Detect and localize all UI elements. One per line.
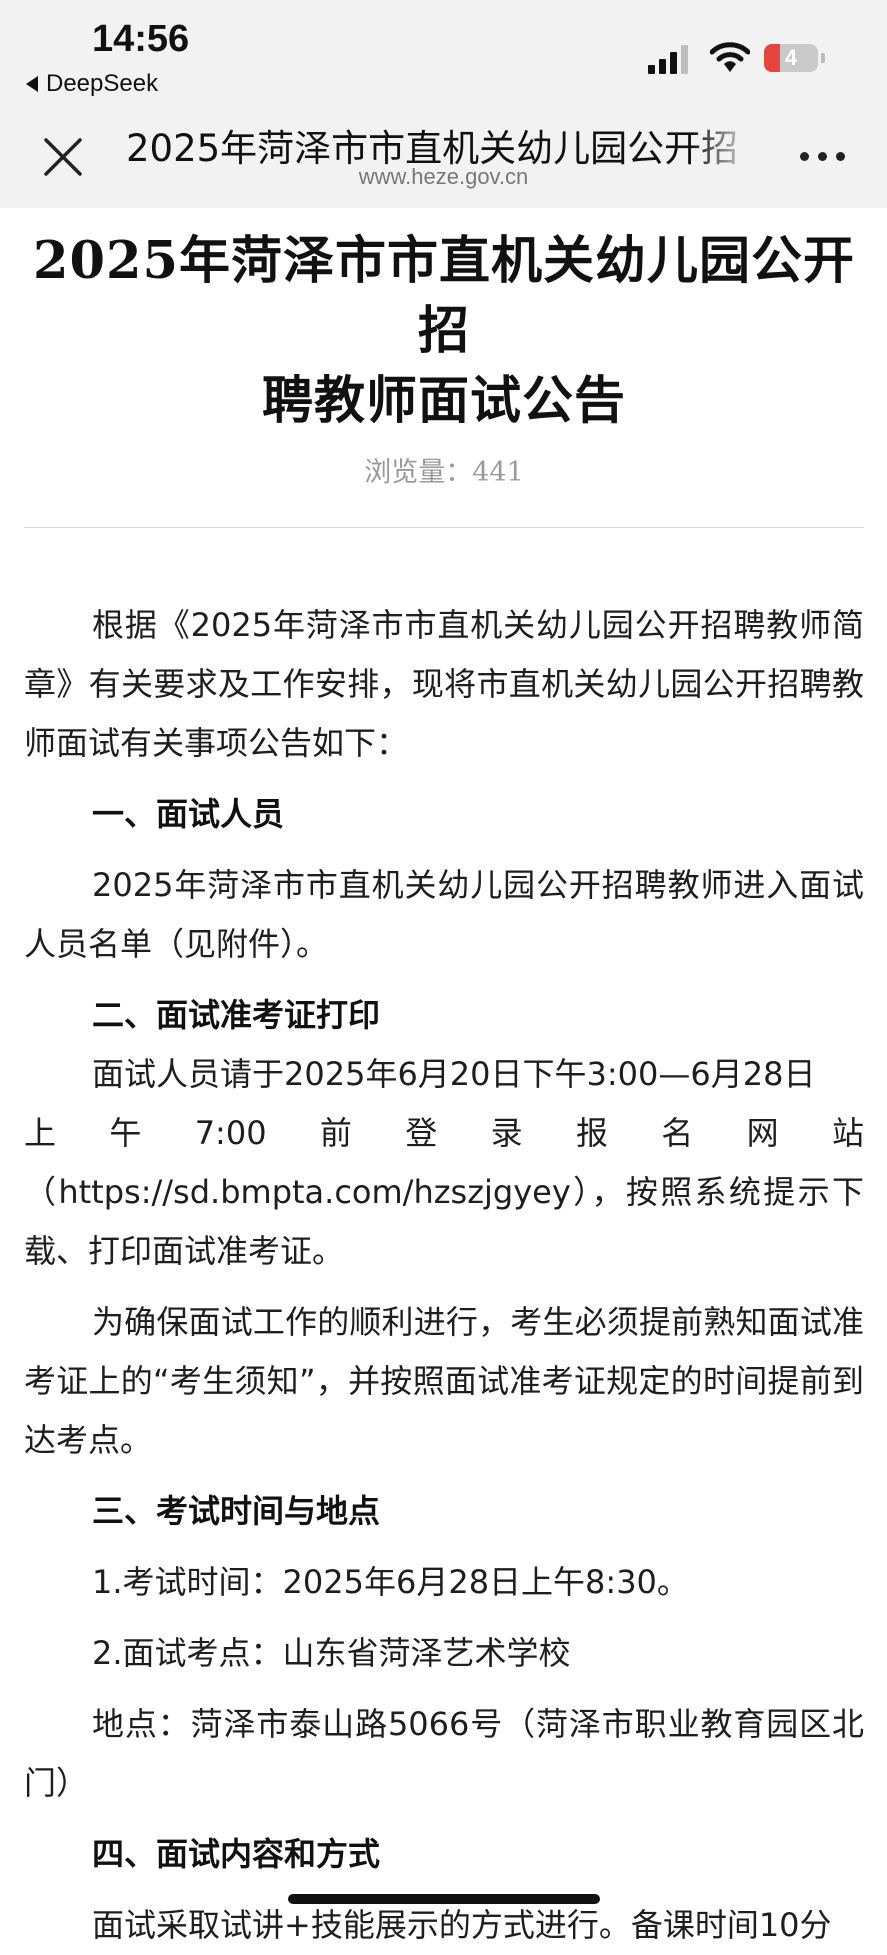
browser-page-domain: www.heze.gov.cn bbox=[358, 164, 529, 189]
section2-line1: 面试人员请于2025年6月20日下午3:00—6月28日 bbox=[92, 1055, 816, 1093]
section2-paragraph: 面试人员请于2025年6月20日下午3:00—6月28日 上午7:00前登录报名… bbox=[24, 1045, 864, 1281]
status-time: 14:56 bbox=[92, 18, 190, 60]
article: 2025年菏泽市市直机关幼儿园公开招 聘教师面试公告 浏览量：441 根据《20… bbox=[24, 208, 864, 1955]
battery-icon: 4 bbox=[764, 44, 818, 72]
section3-venue: 2.面试考点：山东省菏泽艺术学校 bbox=[92, 1634, 571, 1672]
article-title: 2025年菏泽市市直机关幼儿园公开招 聘教师面试公告 bbox=[24, 226, 864, 436]
section2-heading: 二、面试准考证打印 bbox=[92, 996, 381, 1034]
section2-line3: （https://sd.bmpta.com/hzszjgyey），按照系统提示下… bbox=[24, 1173, 864, 1270]
back-triangle-icon bbox=[26, 76, 38, 92]
section4-heading: 四、面试内容和方式 bbox=[92, 1835, 381, 1873]
title-divider bbox=[24, 527, 864, 528]
article-title-line2: 聘教师面试公告 bbox=[261, 371, 626, 431]
cellular-signal-icon bbox=[648, 44, 690, 74]
browser-header: 14:56 DeepSeek 4 2025年菏泽市市直机关幼儿园公开招 www.… bbox=[0, 0, 887, 208]
back-to-app-button[interactable]: DeepSeek bbox=[26, 70, 158, 98]
home-indicator[interactable] bbox=[288, 1894, 600, 1904]
section3-heading: 三、考试时间与地点 bbox=[92, 1492, 381, 1530]
intro-paragraph: 根据《2025年菏泽市市直机关幼儿园公开招聘教师简章》有关要求及工作安排，现将市… bbox=[24, 606, 864, 762]
back-app-label: DeepSeek bbox=[46, 70, 159, 97]
section4-paragraph: 面试采取试讲+技能展示的方式进行。备课时间10分 bbox=[92, 1906, 832, 1944]
wifi-icon bbox=[710, 42, 750, 72]
section1-paragraph: 2025年菏泽市市直机关幼儿园公开招聘教师进入面试人员名单（见附件）。 bbox=[24, 866, 864, 963]
section3-address: 地点：菏泽市泰山路5066号（菏泽市职业教育园区北门） bbox=[24, 1705, 864, 1802]
battery-nub bbox=[821, 53, 825, 63]
section3-time: 1.考试时间：2025年6月28日上午8:30。 bbox=[92, 1563, 689, 1601]
article-title-line1: 2025年菏泽市市直机关幼儿园公开招 bbox=[33, 231, 855, 361]
more-options-icon[interactable] bbox=[800, 150, 846, 164]
article-body: 根据《2025年菏泽市市直机关幼儿园公开招聘教师简章》有关要求及工作安排，现将市… bbox=[24, 596, 864, 1955]
section2-paragraph2: 为确保面试工作的顺利进行，考生必须提前熟知面试准考证上的“考生须知”，并按照面试… bbox=[24, 1303, 864, 1459]
section1-heading: 一、面试人员 bbox=[92, 795, 285, 833]
battery-level: 4 bbox=[784, 45, 798, 70]
view-count: 浏览量：441 bbox=[364, 457, 524, 488]
section2-line2: 上午7:00前登录报名网站 bbox=[24, 1114, 864, 1152]
